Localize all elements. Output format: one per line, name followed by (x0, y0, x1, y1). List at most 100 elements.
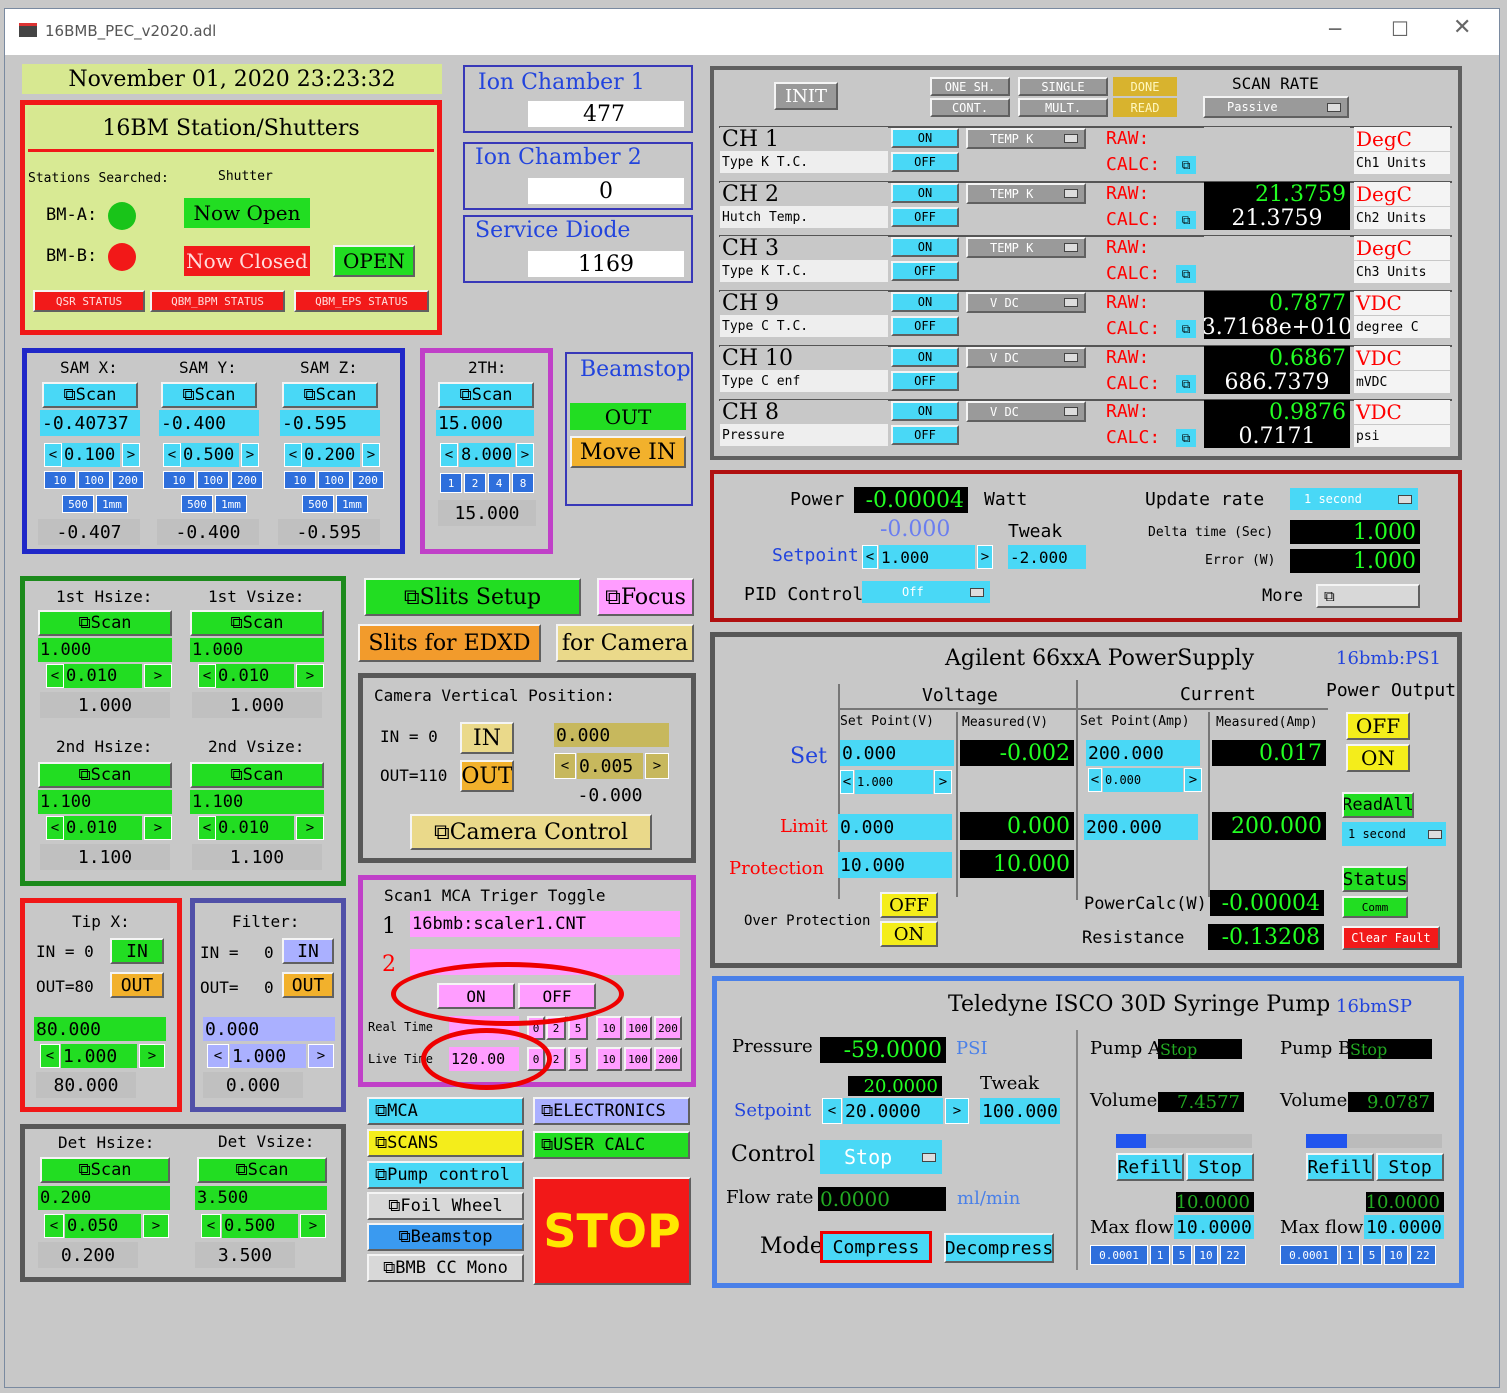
step-button[interactable]: 1mm (96, 495, 128, 513)
tip-position-input[interactable]: 80.000 (34, 1017, 166, 1041)
det-h-scan-button[interactable]: ⧉ Scan (40, 1157, 170, 1183)
pump-a-maxflow-input[interactable]: 10.0000 (1174, 1215, 1254, 1239)
step-button[interactable]: 8 (512, 473, 534, 493)
step-button[interactable]: 10 (284, 471, 316, 489)
readall-rate-select[interactable]: 1 second (1342, 822, 1446, 846)
mca-step-button[interactable]: 200 (654, 1016, 682, 1040)
channel-units-field[interactable]: mVDC (1354, 371, 1450, 393)
foil-wheel-link-button[interactable]: ⧉ Foil Wheel (367, 1192, 524, 1220)
status-button[interactable]: Status (1342, 866, 1408, 892)
tip-step-input[interactable]: 1.000 (61, 1044, 137, 1068)
camera-decrement-button[interactable]: < (554, 753, 576, 779)
sam-x-increment-button[interactable]: > (122, 443, 140, 467)
two-theta-increment-button[interactable]: > (516, 443, 534, 467)
mca-step-button[interactable]: 100 (624, 1016, 652, 1040)
slit-position-input[interactable]: 1.100 (38, 790, 172, 814)
slit-step-input[interactable]: 0.010 (216, 664, 294, 688)
two-theta-scan-button[interactable]: ⧉ Scan (438, 382, 534, 408)
tweak-input[interactable]: -2.000 (1008, 545, 1086, 569)
channel-units-field[interactable]: degree C (1354, 316, 1450, 338)
current-tweak-decrement[interactable]: < (1088, 768, 1102, 792)
pump-b-maxflow-input[interactable]: 10.0000 (1364, 1215, 1444, 1239)
output-on-button[interactable]: ON (1346, 744, 1410, 772)
scan-rate-select[interactable]: Passive (1203, 96, 1349, 118)
channel-mode-select[interactable]: TEMP K (966, 183, 1086, 204)
channel-mode-select[interactable]: TEMP K (966, 237, 1086, 258)
slit-increment-button[interactable]: > (144, 664, 172, 688)
sam-y-decrement-button[interactable]: < (163, 443, 181, 467)
channel-on-button[interactable]: ON (891, 292, 959, 312)
qbm-eps-status-button[interactable]: QBM_EPS STATUS (294, 290, 429, 312)
step-button[interactable]: 4 (488, 473, 510, 493)
output-off-button[interactable]: OFF (1346, 712, 1410, 740)
voltage-tweak-decrement[interactable]: < (840, 770, 854, 794)
filter-in-button[interactable]: IN (282, 938, 334, 964)
step-button[interactable]: 1mm (215, 495, 247, 513)
step-button[interactable]: 200 (352, 471, 384, 489)
over-protection-on-button[interactable]: ON (880, 921, 938, 947)
slit-scan-button[interactable]: ⧉ Scan (38, 610, 172, 636)
pump-a-step-button[interactable]: 22 (1220, 1245, 1246, 1265)
channel-on-button[interactable]: ON (891, 237, 959, 257)
step-button[interactable]: 500 (302, 495, 334, 513)
qsr-status-button[interactable]: QSR STATUS (33, 290, 145, 312)
step-button[interactable]: 1 (440, 473, 462, 493)
pump-control-link-button[interactable]: ⧉ Pump control (367, 1161, 524, 1189)
voltage-tweak-input[interactable]: 1.000 (855, 770, 933, 794)
sam-x-position-input[interactable]: -0.40737 (40, 410, 140, 436)
clear-fault-button[interactable]: Clear Fault (1342, 926, 1440, 950)
channel-off-button[interactable]: OFF (891, 207, 959, 227)
tip-in-button[interactable]: IN (110, 938, 164, 964)
sam-y-step-input[interactable]: 0.500 (181, 443, 239, 467)
channel-mode-select[interactable]: V DC (966, 401, 1086, 422)
calc-settings-icon[interactable]: ⧉ (1176, 320, 1196, 338)
sam-z-decrement-button[interactable]: < (284, 443, 302, 467)
voltage-limit-input[interactable]: 0.000 (838, 814, 952, 840)
mca-step-button[interactable]: 100 (624, 1047, 652, 1071)
mca-pv1-input[interactable]: 16bmb:scaler1.CNT (410, 911, 680, 937)
pump-b-step-button[interactable]: 0.0001 (1280, 1245, 1338, 1265)
det-h-increment-button[interactable]: > (143, 1214, 169, 1238)
pump-b-step-button[interactable]: 1 (1340, 1245, 1360, 1265)
slits-for-edxd-button[interactable]: Slits for EDXD (358, 624, 541, 662)
pump-b-refill-button[interactable]: Refill (1306, 1153, 1374, 1181)
isco-tweak-input[interactable]: 100.000 (980, 1098, 1060, 1124)
current-tweak-input[interactable]: 0.000 (1103, 768, 1183, 792)
readall-button[interactable]: ReadAll (1342, 792, 1414, 818)
isco-control-select[interactable]: Stop (820, 1140, 942, 1174)
isco-setpoint-increment[interactable]: > (945, 1098, 969, 1124)
camera-out-button[interactable]: OUT (460, 760, 514, 792)
pid-control-select[interactable]: Off (862, 581, 990, 603)
mult-button[interactable]: MULT. (1018, 98, 1108, 117)
slits-setup-button[interactable]: ⧉ Slits Setup (364, 578, 581, 616)
camera-step-input[interactable]: 0.005 (577, 753, 643, 779)
voltage-tweak-increment[interactable]: > (934, 770, 952, 794)
slit-decrement-button[interactable]: < (198, 664, 216, 688)
channel-on-button[interactable]: ON (891, 401, 959, 421)
isco-setpoint-decrement[interactable]: < (822, 1098, 842, 1124)
step-button[interactable]: 100 (197, 471, 229, 489)
slit-increment-button[interactable]: > (296, 816, 324, 840)
tip-out-button[interactable]: OUT (110, 972, 164, 998)
pump-a-refill-button[interactable]: Refill (1116, 1153, 1184, 1181)
sam-x-step-input[interactable]: 0.100 (62, 443, 120, 467)
cont-button[interactable]: CONT. (930, 98, 1010, 117)
step-button[interactable]: 500 (181, 495, 213, 513)
channel-off-button[interactable]: OFF (891, 261, 959, 281)
channel-off-button[interactable]: OFF (891, 371, 959, 391)
tip-increment-button[interactable]: > (139, 1044, 165, 1068)
comm-button[interactable]: Comm (1342, 896, 1408, 918)
bmb-cc-mono-link-button[interactable]: ⧉ BMB CC Mono (367, 1254, 524, 1282)
slits-for-camera-button[interactable]: for Camera (556, 624, 694, 662)
det-h-position-input[interactable]: 0.200 (38, 1186, 170, 1210)
current-limit-input[interactable]: 200.000 (1084, 814, 1198, 840)
two-theta-position-input[interactable]: 15.000 (436, 410, 534, 436)
qbm-bpm-status-button[interactable]: QBM_BPM STATUS (150, 290, 285, 312)
channel-mode-select[interactable]: V DC (966, 347, 1086, 368)
pump-a-step-button[interactable]: 0.0001 (1090, 1245, 1148, 1265)
slit-position-input[interactable]: 1.000 (190, 638, 324, 662)
channel-mode-select[interactable]: TEMP K (966, 128, 1086, 149)
slit-step-input[interactable]: 0.010 (64, 816, 142, 840)
beamstop-link-button[interactable]: ⧉ Beamstop (367, 1223, 524, 1251)
sam-x-scan-button[interactable]: ⧉ Scan (42, 382, 138, 408)
